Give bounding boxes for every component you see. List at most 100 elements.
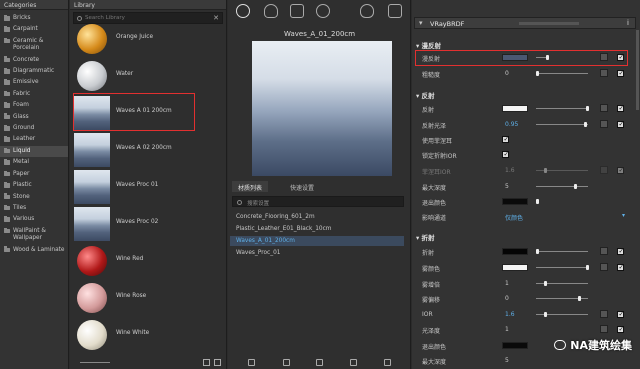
grid-view-icon[interactable] [203,359,210,366]
material-list-item[interactable]: Plastic_Leather_E01_Black_10cm [230,224,404,234]
fog-color-swatch[interactable] [502,264,528,271]
reflect-color-swatch[interactable] [502,105,528,112]
light-icon[interactable] [264,4,278,18]
fog-bias-value[interactable]: 0 [505,295,509,302]
refr-gloss-value[interactable]: 1 [505,326,509,333]
category-item[interactable]: Leather [0,134,68,145]
exit-color-swatch[interactable] [502,198,528,205]
category-item[interactable]: Plastic [0,180,68,191]
close-icon[interactable]: ✕ [213,14,219,22]
diffuse-map-button[interactable] [600,53,608,61]
library-item[interactable]: Waves Proc 01 [74,170,224,204]
category-item[interactable]: Emissive [0,77,68,88]
glossiness-map-button[interactable] [600,120,608,128]
category-item[interactable]: Concrete [0,55,68,66]
diffuse-knob[interactable] [546,55,549,60]
fog-mult-value[interactable]: 1 [505,280,509,287]
category-item[interactable]: Various [0,214,68,225]
chevron-down-icon[interactable]: ▾ [622,212,625,219]
category-item[interactable]: Glass [0,112,68,123]
reflect-checkbox[interactable] [617,104,624,112]
materials-search[interactable]: 搜索设置 [232,196,404,207]
refr-color-swatch[interactable] [502,248,528,255]
ior-checkbox[interactable] [617,310,624,318]
library-item[interactable]: Orange Juice [74,22,224,56]
lock-ior-checkbox[interactable] [502,150,509,158]
roughness-map-button[interactable] [600,69,608,77]
category-item[interactable]: Liquid [0,145,68,158]
category-item[interactable]: Wood & Laminate [0,245,68,256]
settings-icon[interactable] [316,4,330,18]
fresnel-checkbox[interactable] [502,135,509,143]
info-icon[interactable]: i [627,19,629,27]
teapot-icon[interactable] [360,4,374,18]
category-item[interactable]: Diagrammatic [0,66,68,77]
category-item[interactable]: Foam [0,100,68,111]
fog-color-slider[interactable] [536,267,588,268]
category-item[interactable]: Carpaint [0,24,68,35]
scrollbar[interactable] [636,30,639,110]
library-item[interactable]: Water [74,59,224,93]
category-item[interactable]: WallPaint & Wallpaper [0,226,68,245]
library-item[interactable]: Wine White [74,318,224,352]
category-item[interactable]: Fabric [0,89,68,100]
fog-color-checkbox[interactable] [617,263,624,271]
import-icon[interactable] [384,359,391,366]
refr-map-button[interactable] [600,247,608,255]
refr-gloss-checkbox[interactable] [617,325,624,333]
roughness-knob[interactable] [536,71,539,76]
diffuse-section[interactable]: ▾ 漫反射 [416,40,441,50]
roughness-checkbox[interactable] [617,69,624,77]
refr-slider[interactable] [536,251,588,252]
collapse-icon[interactable]: ▾ [419,19,423,27]
category-item[interactable]: Bricks [0,13,68,24]
refr-depth-value[interactable]: 5 [505,357,509,364]
library-item[interactable]: Waves Proc 02 [74,207,224,241]
category-item[interactable]: Metal [0,157,68,168]
library-item[interactable]: Waves A 02 200cm [74,133,224,167]
fog-mult-knob[interactable] [544,281,547,286]
glossiness-knob[interactable] [584,122,587,127]
fog-color-knob[interactable] [586,265,589,270]
list-view-icon[interactable] [214,359,221,366]
material-list-item[interactable]: Waves_Proc_01 [230,248,404,258]
reflect-map-button[interactable] [600,104,608,112]
tab-quick-settings[interactable]: 快速设置 [284,181,320,192]
fog-bias-knob[interactable] [578,296,581,301]
category-item[interactable]: Tiles [0,203,68,214]
affect-channels-select[interactable]: 仅颜色 [505,213,523,222]
material-list-item[interactable]: Waves_A_01_200cm [230,236,404,246]
library-search-input[interactable] [85,15,214,21]
diffuse-checkbox[interactable] [617,53,624,61]
delete-icon[interactable] [350,359,357,366]
glossiness-checkbox[interactable] [617,120,624,128]
tab-material-list[interactable]: 材质列表 [232,181,269,192]
refr-checkbox[interactable] [617,247,624,255]
max-depth-slider[interactable] [536,186,588,187]
new-material-icon[interactable] [248,359,255,366]
diffuse-color-swatch[interactable] [502,54,528,61]
ior-knob[interactable] [544,312,547,317]
ior-map-button[interactable] [600,310,608,318]
max-depth-value[interactable]: 5 [505,183,509,190]
max-depth-knob[interactable] [574,184,577,189]
refr-knob[interactable] [536,249,539,254]
roughness-slider[interactable] [536,73,588,74]
material-list-item[interactable]: Concrete_Flooring_601_2m [230,212,404,222]
refr-gloss-map-button[interactable] [600,325,608,333]
reflection-section[interactable]: ▾ 反射 [416,90,435,100]
reflect-slider[interactable] [536,108,588,109]
ior-value[interactable]: 1.6 [505,311,515,318]
size-slider[interactable] [80,362,110,363]
category-item[interactable]: Ground [0,123,68,134]
roughness-value[interactable]: 0 [505,70,509,77]
open-folder-icon[interactable] [283,359,290,366]
render-icon[interactable] [388,4,402,18]
reflect-knob[interactable] [586,106,589,111]
cube-icon[interactable] [290,4,304,18]
exit-color-knob[interactable] [536,199,539,204]
sphere-icon[interactable] [236,4,250,18]
category-item[interactable]: Stone [0,192,68,203]
fog-color-map-button[interactable] [600,263,608,271]
category-item[interactable]: Ceramic & Porcelain [0,36,68,55]
